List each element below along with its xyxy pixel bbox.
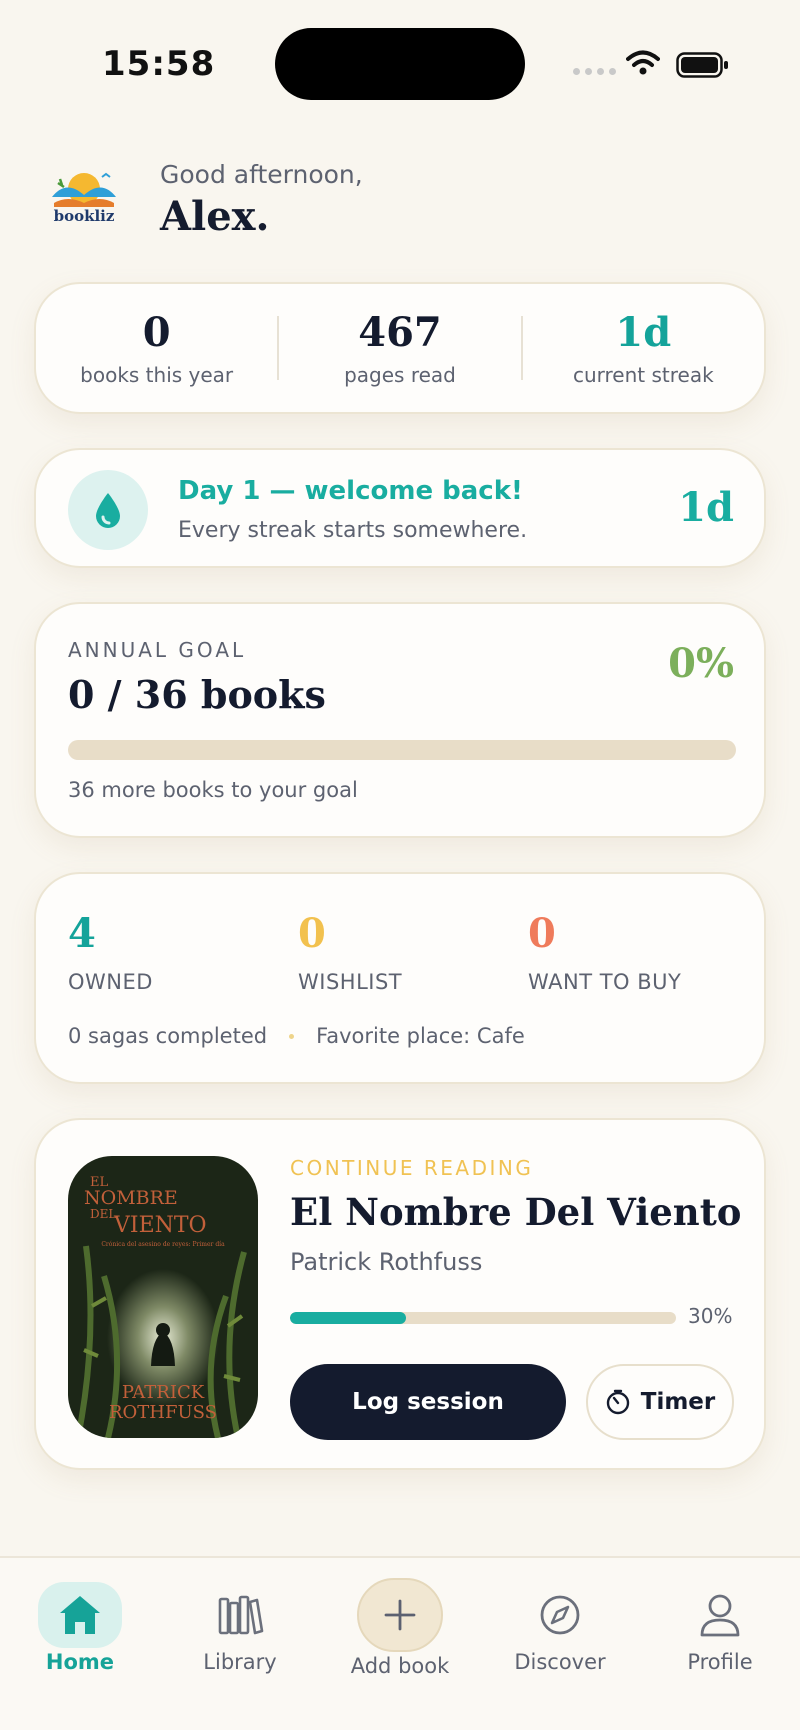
status-bar: 15:58 <box>0 0 800 130</box>
collection-label: WISHLIST <box>298 970 403 994</box>
nav-label: Home <box>45 1650 115 1674</box>
profile-icon <box>700 1594 740 1637</box>
bottom-nav: Home Library Add book Discover Profile <box>0 1556 800 1730</box>
user-name: Alex. <box>160 193 270 240</box>
droplet-icon <box>96 493 120 528</box>
nav-icon-wrap <box>38 1582 122 1648</box>
status-time: 15:58 <box>102 44 216 84</box>
stat-value: 1d <box>615 309 672 356</box>
collection-owned[interactable]: 4 OWNED <box>68 910 153 995</box>
reading-progress-fill <box>290 1312 406 1324</box>
nav-icon-wrap <box>678 1582 762 1648</box>
annual-goal-card[interactable]: ANNUAL GOAL 0 / 36 books 0% 36 more book… <box>34 602 766 838</box>
log-session-label: Log session <box>352 1389 504 1415</box>
collection-value: 0 <box>528 910 556 957</box>
stat-current-streak: 1d current streak <box>523 309 764 387</box>
bookliz-logo: bookliz <box>52 172 116 225</box>
stat-value: 0 <box>142 309 171 356</box>
streak-title: Day 1 — welcome back! <box>178 476 523 506</box>
dynamic-island <box>275 28 525 100</box>
cellular-signal-icon <box>573 68 616 75</box>
nav-discover[interactable]: Discover <box>490 1582 630 1674</box>
streak-icon-badge <box>68 470 148 550</box>
goal-percent: 0% <box>668 640 734 687</box>
collection-wishlist[interactable]: 0 WISHLIST <box>298 910 403 995</box>
book-title: El Nombre Del Viento <box>290 1190 742 1234</box>
stat-pages-read: 467 pages read <box>279 309 520 387</box>
home-icon <box>60 1596 100 1634</box>
compass-icon <box>540 1595 580 1635</box>
timer-icon <box>606 1389 629 1415</box>
sagas-completed: 0 sagas completed <box>68 1024 268 1048</box>
reading-progress-bar <box>290 1312 676 1324</box>
streak-value: 1d <box>678 484 734 531</box>
nav-icon-wrap <box>357 1578 443 1652</box>
nav-library[interactable]: Library <box>170 1582 310 1674</box>
cover-title-line: NOMBRE <box>84 1187 178 1209</box>
reading-stats-card: 0 books this year 467 pages read 1d curr… <box>34 282 766 414</box>
timer-label: Timer <box>640 1389 716 1415</box>
greeting-text: Good afternoon, <box>160 160 363 189</box>
nav-label: Profile <box>687 1650 753 1674</box>
nav-icon-wrap <box>198 1582 282 1648</box>
cover-author-line: PATRICK <box>122 1382 205 1403</box>
nav-label: Add book <box>350 1654 450 1678</box>
reading-percent: 30% <box>688 1304 733 1328</box>
goal-label: ANNUAL GOAL <box>68 638 247 662</box>
book-author: Patrick Rothfuss <box>290 1248 483 1276</box>
streak-subtitle: Every streak starts somewhere. <box>178 518 528 543</box>
stat-value: 467 <box>358 309 442 356</box>
nav-label: Library <box>203 1650 277 1674</box>
collection-label: WANT TO BUY <box>528 970 682 994</box>
library-icon <box>218 1595 264 1635</box>
stat-books-this-year: 0 books this year <box>36 309 277 387</box>
streak-card[interactable]: Day 1 — welcome back! Every streak start… <box>34 448 766 568</box>
continue-reading-card[interactable]: EL NOMBRE DEL VIENTO Crónica del asesino… <box>34 1118 766 1470</box>
collection-card: 4 OWNED 0 WISHLIST 0 WANT TO BUY 0 sagas… <box>34 872 766 1084</box>
collection-want-to-buy[interactable]: 0 WANT TO BUY <box>528 910 682 995</box>
nav-icon-wrap <box>518 1582 602 1648</box>
cover-subtitle: Crónica del asesino de reyes: Primer día <box>101 1241 225 1248</box>
book-cover[interactable]: EL NOMBRE DEL VIENTO Crónica del asesino… <box>68 1156 258 1438</box>
favorite-place: Favorite place: Cafe <box>316 1024 525 1048</box>
wifi-icon <box>626 50 660 75</box>
battery-icon <box>676 52 728 78</box>
stat-label: pages read <box>344 363 456 387</box>
stat-label: books this year <box>80 363 234 387</box>
nav-label: Discover <box>514 1650 606 1674</box>
collection-footer: 0 sagas completed Favorite place: Cafe <box>68 1024 525 1048</box>
log-session-button[interactable]: Log session <box>290 1364 566 1440</box>
nav-profile[interactable]: Profile <box>650 1582 790 1674</box>
collection-value: 0 <box>298 910 326 957</box>
cover-title-line: VIENTO <box>113 1213 207 1238</box>
goal-progress-bar <box>68 740 736 760</box>
logo-wordmark: bookliz <box>54 207 115 225</box>
nav-add-book[interactable]: Add book <box>330 1578 470 1678</box>
separator-dot <box>289 1033 295 1039</box>
stat-label: current streak <box>572 363 714 387</box>
plus-icon <box>384 1599 416 1631</box>
goal-value: 0 / 36 books <box>68 672 326 717</box>
collection-value: 4 <box>68 910 96 957</box>
goal-subtitle: 36 more books to your goal <box>68 778 358 802</box>
collection-label: OWNED <box>68 970 153 994</box>
timer-button[interactable]: Timer <box>586 1364 734 1440</box>
cover-author-line: ROTHFUSS <box>109 1402 217 1423</box>
continue-reading-label: CONTINUE READING <box>290 1156 534 1180</box>
cover-title-line: DEL <box>90 1207 116 1221</box>
nav-home[interactable]: Home <box>10 1582 150 1674</box>
